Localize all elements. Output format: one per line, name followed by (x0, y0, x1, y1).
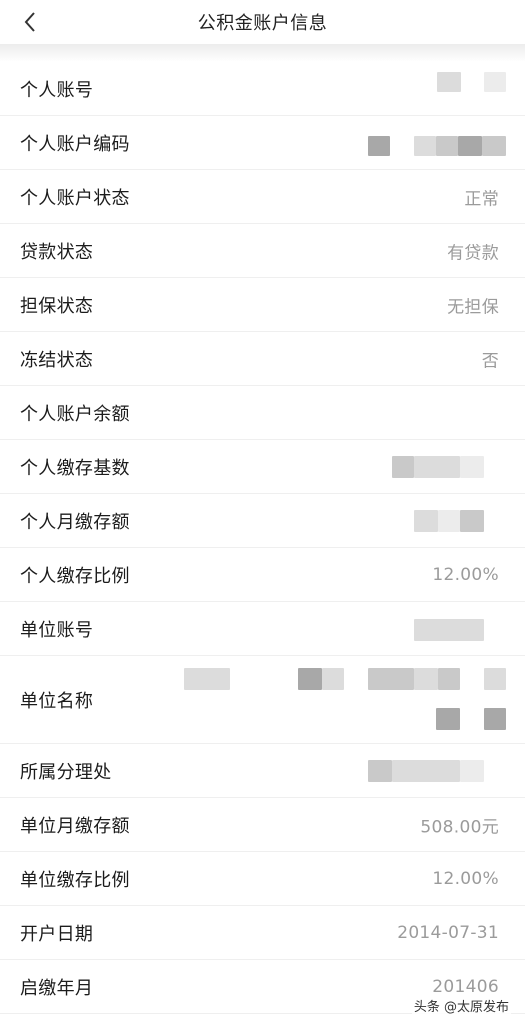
redacted-block (482, 136, 506, 156)
page-title: 公积金账户信息 (197, 13, 328, 34)
row-label: 单位名称 (20, 690, 94, 712)
redacted-block (436, 136, 458, 156)
row-label: 所属分理处 (20, 761, 112, 783)
redacted-block (484, 668, 506, 690)
redacted-block (184, 668, 230, 690)
row-value: 无担保 (447, 297, 499, 317)
row-label: 个人账户余额 (20, 403, 130, 425)
row-personal-deposit-base: 个人缴存基数 (0, 440, 525, 494)
row-value: 有贷款 (447, 243, 499, 263)
row-label: 单位月缴存额 (20, 815, 130, 837)
redacted-block (438, 668, 460, 690)
redacted-block (392, 456, 414, 478)
row-value: 正常 (464, 189, 499, 209)
row-value: 否 (481, 351, 499, 371)
row-label: 单位缴存比例 (20, 869, 130, 891)
row-unit-deposit-ratio: 单位缴存比例 12.00% (0, 852, 525, 906)
row-value: 508.00元 (420, 817, 499, 837)
row-freeze-status: 冻结状态 否 (0, 332, 525, 386)
row-label: 个人月缴存额 (20, 511, 130, 533)
redacted-block (414, 510, 438, 532)
row-unit-account-number: 单位账号 (0, 602, 525, 656)
row-label: 个人缴存基数 (20, 457, 130, 479)
redacted-block (436, 708, 460, 730)
redacted-block (414, 619, 484, 641)
row-guarantee-status: 担保状态 无担保 (0, 278, 525, 332)
row-label: 单位账号 (20, 619, 94, 641)
header-divider (0, 44, 525, 62)
row-unit-name: 单位名称 (0, 656, 525, 744)
redacted-block (414, 136, 436, 156)
row-label: 个人账户编码 (20, 133, 130, 155)
redacted-block (368, 760, 392, 782)
row-label: 贷款状态 (20, 241, 94, 263)
header-bar: 公积金账户信息 (0, 0, 525, 44)
redacted-block (368, 136, 390, 156)
row-value: 12.00% (432, 868, 499, 889)
redacted-block (460, 760, 484, 782)
row-account-open-date: 开户日期 2014-07-31 (0, 906, 525, 960)
row-label: 个人账户状态 (20, 187, 130, 209)
row-loan-status: 贷款状态 有贷款 (0, 224, 525, 278)
redacted-block (458, 136, 482, 156)
row-personal-monthly-deposit: 个人月缴存额 (0, 494, 525, 548)
row-label: 个人缴存比例 (20, 565, 130, 587)
watermark-label: 头条 @太原发布 (411, 995, 511, 1016)
row-value: 12.00% (432, 564, 499, 585)
account-info-list: 个人账号 个人账户编码 个人账户状态 正常 贷款状态 有贷款 担保状态 无担保 … (0, 62, 525, 1014)
redacted-block (414, 668, 438, 690)
row-personal-account-status: 个人账户状态 正常 (0, 170, 525, 224)
row-branch-office: 所属分理处 (0, 744, 525, 798)
redacted-block (460, 456, 484, 478)
row-unit-monthly-deposit: 单位月缴存额 508.00元 (0, 798, 525, 852)
row-label: 冻结状态 (20, 349, 94, 371)
redacted-block (484, 708, 506, 730)
row-label: 开户日期 (20, 923, 94, 945)
row-label: 担保状态 (20, 295, 94, 317)
row-value: 2014-07-31 (397, 922, 499, 943)
row-value: 201406 (432, 976, 499, 997)
redacted-block (438, 510, 460, 532)
row-personal-account-number: 个人账号 (0, 62, 525, 116)
row-label: 启缴年月 (20, 977, 94, 999)
redacted-block (437, 72, 461, 92)
redacted-block (392, 760, 460, 782)
redacted-block (414, 456, 460, 478)
redacted-block (484, 72, 506, 92)
row-label: 个人账号 (20, 79, 94, 101)
redacted-block (368, 668, 414, 690)
row-personal-balance: 个人账户余额 (0, 386, 525, 440)
redacted-block (460, 510, 484, 532)
row-personal-account-code: 个人账户编码 (0, 116, 525, 170)
row-personal-deposit-ratio: 个人缴存比例 12.00% (0, 548, 525, 602)
redacted-block (298, 668, 322, 690)
redacted-block (322, 668, 344, 690)
